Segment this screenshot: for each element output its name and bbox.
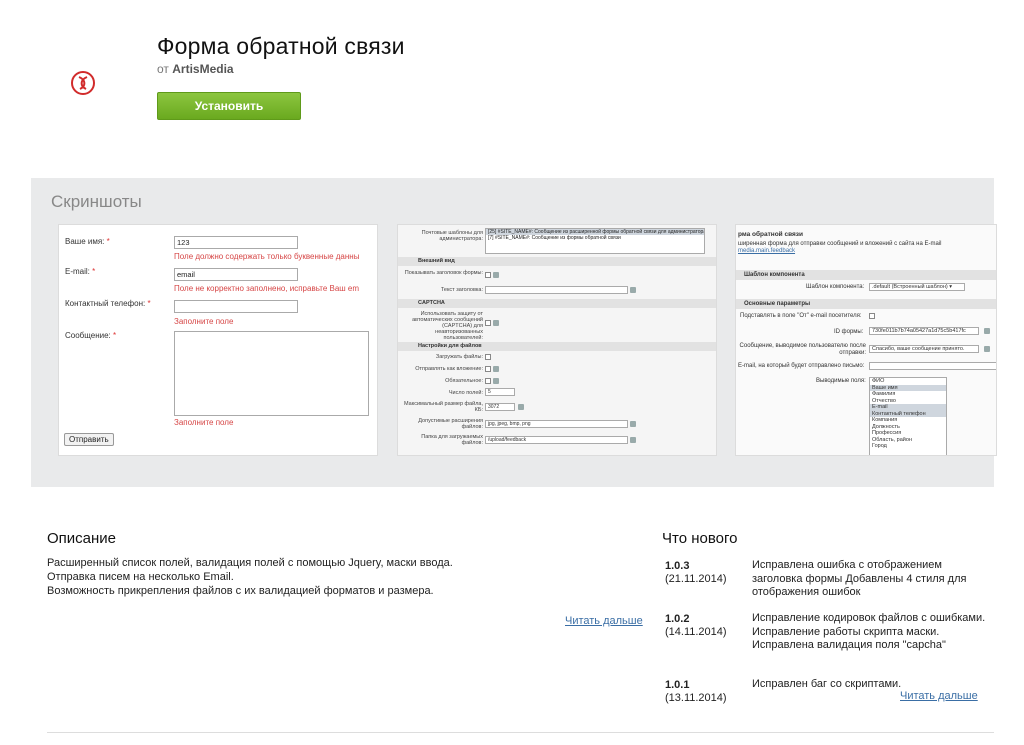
version-entry: 1.0.3 (21.11.2014) — [665, 560, 727, 586]
settings-show-title-label: Показывать заголовок формы: — [404, 270, 483, 276]
description-read-more-link[interactable]: Читать дальше — [565, 615, 643, 627]
by-prefix: от — [157, 62, 169, 76]
settings-mail-templates-label: Почтовые шаблоны для администратора: — [421, 230, 483, 242]
component-info-icon — [984, 328, 990, 334]
settings-show-title-checkbox — [485, 272, 491, 278]
settings-upload-checkbox — [485, 354, 491, 360]
description-line: Возможность прикрепления файлов с их вал… — [47, 585, 434, 597]
form-name-error: Поле должно содержать только буквенные д… — [174, 252, 360, 261]
component-desc: ширенная форма для отправки сообщений и … — [738, 241, 942, 247]
screenshot-thumbnail-settings[interactable]: Почтовые шаблоны для администратора: [25… — [397, 224, 717, 456]
component-email-label: E-mail, на который будет отправлено пись… — [738, 363, 865, 369]
divider — [47, 732, 994, 733]
settings-upload-label: Загружать файлы: — [435, 354, 483, 360]
whats-new-read-more-link[interactable]: Читать дальше — [900, 690, 978, 702]
settings-title-text-label: Текст заголовка: — [440, 287, 483, 293]
component-section-template: Шаблон компонента — [736, 270, 996, 280]
settings-attach-checkbox — [485, 366, 491, 372]
settings-info-icon — [630, 421, 636, 427]
settings-info-icon — [518, 404, 524, 410]
settings-extensions-label: Допустимые расширения файлов: — [418, 418, 483, 430]
app-title: Форма обратной связи — [157, 33, 405, 59]
component-info-icon — [984, 346, 990, 352]
component-form-id-input: 730fe011b7b74a05427a1d75c5b417fc — [869, 327, 979, 335]
description-text: Расширенный список полей, валидация поле… — [47, 556, 453, 598]
screenshot-thumbnail-component[interactable]: рма обратной связи ширенная форма для от… — [735, 224, 997, 456]
settings-info-icon — [493, 320, 499, 326]
form-email-error: Поле не корректно заполнено, исправьте В… — [174, 284, 360, 293]
settings-max-size-label: Максимальный размер файла, КБ: — [404, 401, 483, 413]
component-field-option: Город — [872, 443, 887, 449]
settings-extensions-input: jpg, jpeg, bmp, png — [485, 420, 628, 428]
form-phone-error: Заполните поле — [174, 317, 234, 326]
version-entry: 1.0.1 (13.11.2014) — [665, 679, 727, 705]
form-phone-input — [174, 300, 298, 313]
component-from-label: Подставлять в поле "От" e-mail посетител… — [740, 313, 862, 319]
description-line: Расширенный список полей, валидация поле… — [47, 557, 453, 569]
component-from-checkbox — [869, 313, 875, 319]
settings-info-icon — [630, 437, 636, 443]
version-number: 1.0.1 — [665, 679, 690, 691]
whats-new-title: Что нового — [662, 530, 738, 547]
version-date: (14.11.2014) — [665, 626, 727, 638]
component-fields-list: ФИО Ваше имя Фамилия Отчество E-mail Кон… — [869, 377, 947, 455]
component-template-select: .default (Встроенный шаблон) ▾ — [869, 283, 965, 291]
screenshots-gallery: Скриншоты Ваше имя: * 123 Поле должно со… — [31, 178, 997, 487]
form-phone-label: Контактный телефон: * — [65, 299, 151, 308]
settings-mail-templates-list: [25] #SITE_NAME#: Сообщение из расширенн… — [485, 228, 705, 254]
settings-mail-template-2: [7] #SITE_NAME#: Сообщение из формы обра… — [488, 235, 621, 241]
settings-required-checkbox — [485, 378, 491, 384]
author-name[interactable]: ArtisMedia — [172, 62, 233, 76]
settings-max-size-input: 3072 — [485, 403, 515, 411]
description-title: Описание — [47, 530, 117, 547]
form-email-input: email — [174, 268, 298, 281]
settings-fields-count-input: 5 — [485, 388, 515, 396]
form-message-label: Сообщение: * — [65, 331, 117, 340]
settings-section-files: Настройки для файлов — [398, 342, 716, 351]
form-name-input: 123 — [174, 236, 298, 249]
artismedia-logo-icon — [71, 71, 95, 95]
install-button[interactable]: Установить — [157, 92, 301, 120]
component-link: media.main.feedback — [738, 248, 796, 254]
form-name-label: Ваше имя: * — [65, 237, 110, 246]
version-number: 1.0.3 — [665, 560, 690, 572]
settings-folder-input: /upload/feedback — [485, 436, 628, 444]
version-number: 1.0.2 — [665, 613, 690, 625]
settings-fields-count-label: Число полей: — [448, 390, 483, 396]
component-email-input — [869, 362, 996, 370]
component-message-input: Спасибо, ваше сообщение принято. — [869, 345, 979, 353]
version-date: (13.11.2014) — [665, 692, 727, 704]
settings-captcha-label: Использовать защиту от автоматических со… — [412, 311, 483, 341]
form-submit-button: Отправить — [64, 433, 114, 446]
settings-info-icon — [493, 272, 499, 278]
form-message-error: Заполните поле — [174, 418, 234, 427]
settings-attach-label: Отправлять как вложение: — [415, 366, 483, 372]
screenshots-title: Скриншоты — [51, 192, 142, 211]
settings-section-captcha: CAPTCHA — [398, 299, 716, 308]
form-email-label: E-mail: * — [65, 267, 96, 276]
screenshot-thumbnail-form[interactable]: Ваше имя: * 123 Поле должно содержать то… — [58, 224, 378, 456]
component-template-label: Шаблон компонента: — [806, 284, 865, 290]
component-fields-label: Выводимые поля: — [816, 378, 866, 384]
component-form-id-label: ID формы: — [834, 329, 864, 335]
chevron-down-icon: ▾ — [949, 284, 953, 290]
settings-info-icon — [630, 287, 636, 293]
version-notes: Исправление кодировок файлов с ошибками.… — [752, 612, 986, 651]
settings-info-icon — [493, 378, 499, 384]
component-section-params: Основные параметры — [736, 299, 996, 309]
version-date: (21.11.2014) — [665, 573, 727, 585]
settings-section-appearance: Внешний вид — [398, 257, 716, 266]
settings-folder-label: Папка для загружаемых файлов: — [421, 434, 483, 446]
component-message-label: Сообщение, выводимое пользователю после … — [739, 343, 866, 356]
settings-required-label: Обязательное: — [445, 378, 483, 384]
version-notes: Исправлена ошибка с отображением заголов… — [752, 559, 967, 598]
settings-info-icon — [493, 366, 499, 372]
settings-captcha-checkbox — [485, 320, 491, 326]
component-title: рма обратной связи — [738, 231, 804, 238]
settings-title-text-input — [485, 286, 628, 294]
author-byline: от ArtisMedia — [157, 62, 234, 76]
form-message-textarea — [174, 331, 369, 416]
version-entry: 1.0.2 (14.11.2014) — [665, 613, 727, 639]
description-line: Отправка писем на несколько Email. — [47, 571, 234, 583]
